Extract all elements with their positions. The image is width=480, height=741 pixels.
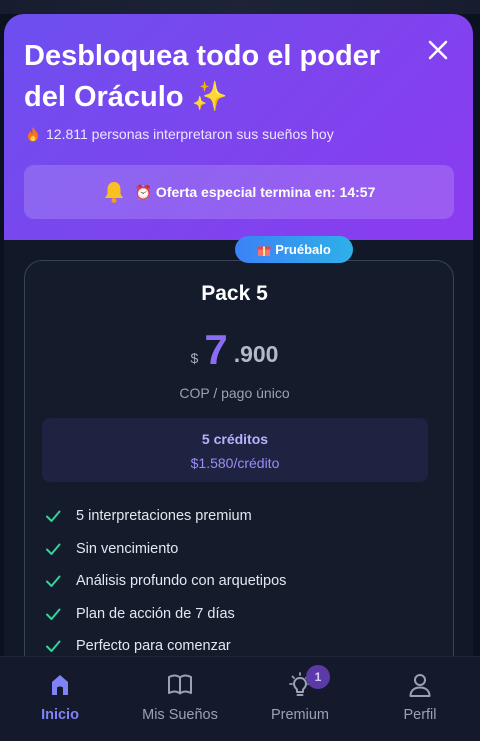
price-currency: $ — [190, 350, 199, 366]
tab-premium[interactable]: 1 Premium — [240, 657, 360, 741]
feature-label: Sin vencimiento — [76, 540, 179, 557]
feature-list: 5 interpretaciones premium Sin vencimien… — [44, 500, 424, 663]
check-icon — [46, 640, 61, 653]
book-icon — [168, 674, 192, 695]
offer-text: ⏰ Oferta especial termina en: 14:57 — [134, 183, 376, 200]
feature-label: Análisis profundo con arquetipos — [76, 573, 287, 590]
feature-item: Sin vencimiento — [44, 533, 424, 566]
feature-item: Plan de acción de 7 días — [44, 598, 424, 631]
home-icon — [52, 675, 68, 695]
trial-badge-label: Pruébalo — [275, 242, 331, 257]
plan-price: $ 7 .900 — [0, 328, 469, 372]
tab-inicio[interactable]: Inicio — [0, 657, 120, 741]
check-icon — [46, 575, 61, 588]
tab-perfil[interactable]: Perfil — [360, 657, 480, 741]
modal-header: Desbloquea todo el poder del Oráculo ✨ 1… — [4, 14, 473, 240]
gift-icon — [257, 246, 271, 256]
backdrop-header — [0, 0, 480, 14]
plan-name: Pack 5 — [201, 282, 268, 305]
credits-box: 5 créditos $1.580/crédito — [42, 418, 428, 482]
fire-icon — [28, 127, 38, 142]
check-icon — [46, 608, 61, 620]
feature-label: 5 interpretaciones premium — [76, 508, 252, 525]
feature-label: Perfecto para comenzar — [76, 638, 231, 655]
feature-item: 5 interpretaciones premium — [44, 500, 424, 533]
close-button[interactable] — [424, 36, 452, 64]
check-icon — [46, 543, 61, 555]
feature-label: Plan de acción de 7 días — [76, 605, 235, 622]
user-icon — [409, 674, 431, 697]
social-proof: 12.811 personas interpretaron sus sueños… — [26, 126, 334, 142]
feature-item: Análisis profundo con arquetipos — [44, 565, 424, 598]
offer-banner: ⏰ Oferta especial termina en: 14:57 — [24, 165, 454, 219]
price-per-credit: $1.580/crédito — [190, 455, 280, 471]
close-icon — [428, 40, 448, 60]
trial-badge: Pruébalo — [235, 236, 353, 263]
check-icon — [46, 510, 61, 523]
notification-badge: 1 — [306, 665, 330, 689]
price-main: 7 — [204, 326, 228, 373]
tab-label: Perfil — [403, 707, 437, 723]
bell-icon — [104, 182, 123, 203]
price-decimal: .900 — [233, 341, 279, 367]
tab-label: Mis Sueños — [142, 707, 218, 723]
social-proof-text: 12.811 personas interpretaron sus sueños… — [46, 126, 334, 142]
modal-title: Desbloquea todo el poder del Oráculo ✨ — [24, 40, 381, 113]
bottom-tab-bar: Inicio Mis Sueños 1 Premium Perfil — [0, 656, 480, 741]
tab-label: Inicio — [41, 707, 79, 723]
tab-label: Premium — [270, 707, 329, 723]
credits-count: 5 créditos — [201, 431, 269, 447]
tab-mis-suenos[interactable]: Mis Sueños — [120, 657, 240, 741]
price-note: COP / pago único — [179, 385, 290, 401]
